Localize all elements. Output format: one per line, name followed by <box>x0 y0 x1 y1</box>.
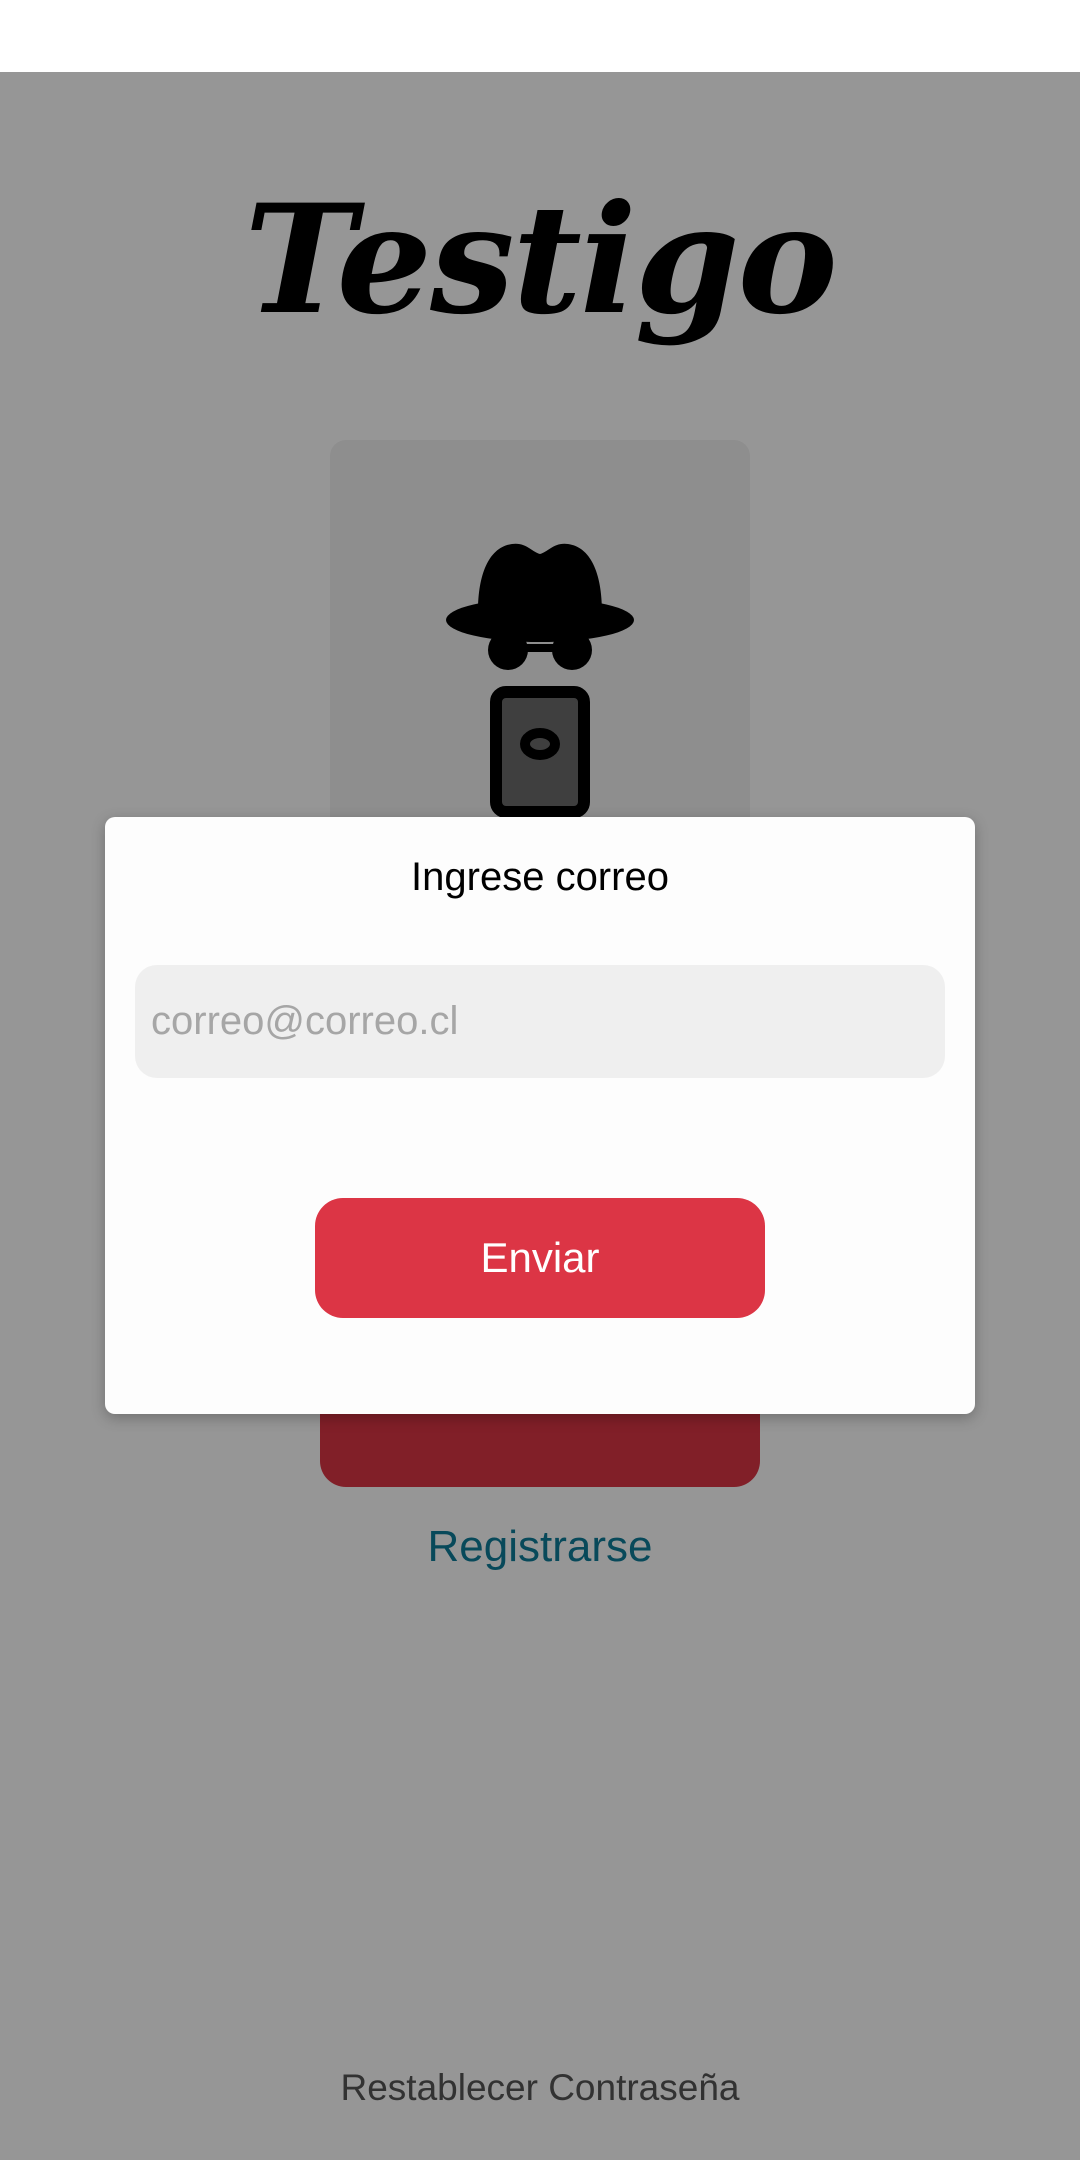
email-input[interactable] <box>135 965 945 1078</box>
status-bar <box>0 0 1080 72</box>
dialog-title: Ingrese correo <box>411 855 669 899</box>
screen: Testigo Registrarse Restablecer Contrase… <box>0 0 1080 2160</box>
email-dialog: Ingrese correo Enviar <box>105 817 975 1414</box>
send-button[interactable]: Enviar <box>315 1198 765 1318</box>
